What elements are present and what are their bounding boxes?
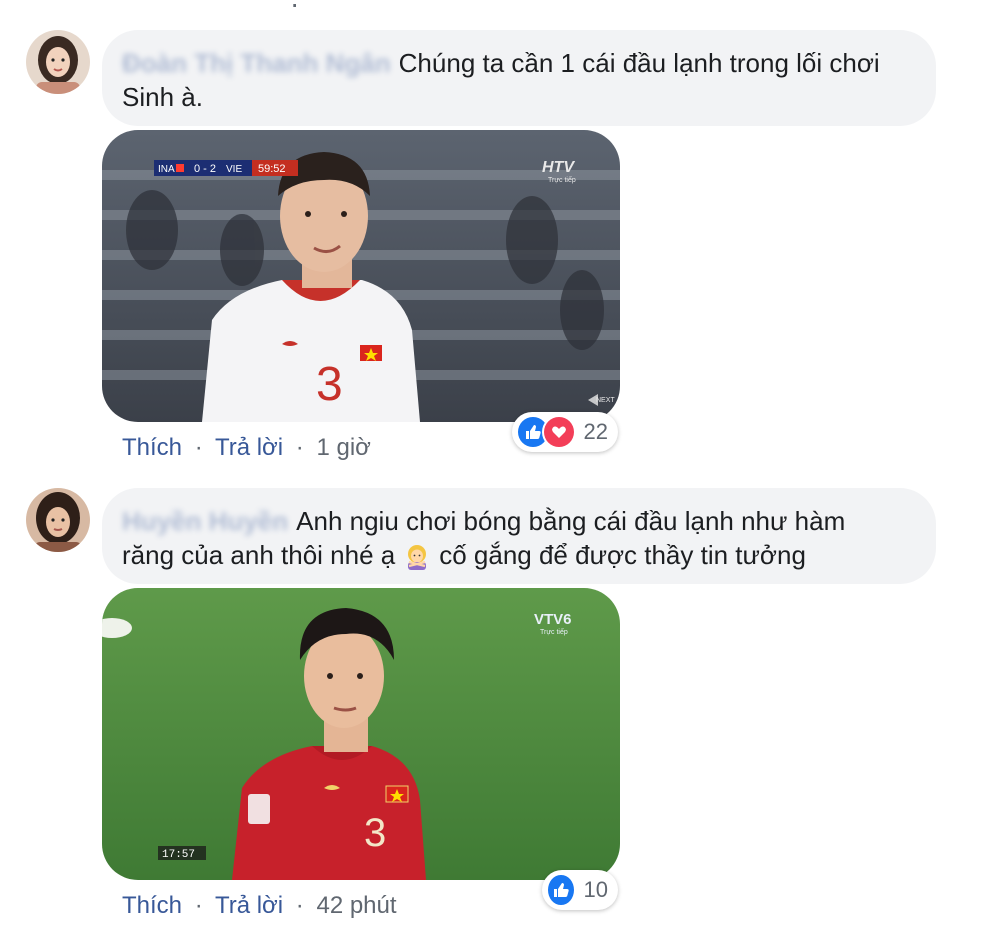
svg-text:INA: INA (158, 164, 175, 175)
reaction-count: 10 (583, 877, 608, 902)
svg-text:59:52: 59:52 (258, 163, 286, 175)
comment-actions: Thích · Trả lời · 1 giờ (122, 434, 371, 462)
comment-author[interactable]: Huyền Huyền (122, 506, 288, 536)
reaction-summary[interactable]: 22 (512, 412, 618, 452)
jersey-number: 3 (364, 811, 386, 855)
match-clock: 17:57 (162, 849, 195, 861)
comment-text-continued: cố gắng để được thầy tin tưởng (439, 540, 806, 570)
comment-photo[interactable]: 3 INA 0 - 2 VIE 59:52 HTV Trực tiếp NEXT (102, 130, 620, 422)
separator-dot: · (295, 892, 304, 919)
comment-bubble: Huyền Huyền Anh ngiu chơi bóng bằng cái đ… (102, 488, 936, 584)
comment-text: Anh ngiu chơi bóng bằng cái đầu lạnh như… (296, 506, 846, 536)
comment-actions: Thích · Trả lời · 42 phút (122, 892, 397, 920)
comment-text-continued: Sinh à. (122, 82, 203, 112)
broadcaster-logo: VTV6 (534, 611, 572, 628)
reaction-summary[interactable]: 10 (542, 870, 618, 910)
svg-text:NEXT: NEXT (596, 397, 615, 404)
commenter-avatar[interactable] (26, 488, 90, 552)
separator-dot: · (194, 892, 203, 919)
like-icon (546, 873, 576, 907)
reply-button[interactable]: Trả lời (215, 892, 283, 919)
comment-text-continued: răng của anh thôi nhé ạ (122, 540, 396, 570)
woman-gesturing-emoji-icon (403, 542, 431, 578)
reply-button[interactable]: Trả lời (215, 434, 283, 461)
svg-text:Trực tiếp: Trực tiếp (548, 175, 576, 184)
previous-comment-sliver: · (290, 0, 300, 19)
love-icon (541, 415, 576, 449)
comment-timestamp[interactable]: 42 phút (316, 892, 396, 919)
separator-dot: · (295, 434, 304, 461)
like-button[interactable]: Thích (122, 892, 182, 919)
comment-bubble: Đoàn Thị Thanh Ngân Chúng ta cần 1 cái đầ… (102, 30, 936, 126)
commenter-avatar[interactable] (26, 30, 90, 94)
jersey-number: 3 (316, 358, 343, 411)
svg-text:Trực tiếp: Trực tiếp (540, 627, 568, 636)
comment-author[interactable]: Đoàn Thị Thanh Ngân (122, 48, 391, 78)
broadcaster-logo: HTV (542, 159, 575, 176)
separator-dot: · (194, 434, 203, 461)
svg-text:0 - 2: 0 - 2 (194, 163, 216, 175)
svg-text:VIE: VIE (226, 164, 242, 175)
comment-timestamp[interactable]: 1 giờ (316, 434, 370, 461)
comment-text: Chúng ta cần 1 cái đầu lạnh trong lối ch… (398, 48, 880, 78)
like-button[interactable]: Thích (122, 434, 182, 461)
comment-photo[interactable]: 3 VTV6 Trực tiếp 17:57 (102, 588, 620, 880)
reaction-count: 22 (583, 419, 608, 444)
